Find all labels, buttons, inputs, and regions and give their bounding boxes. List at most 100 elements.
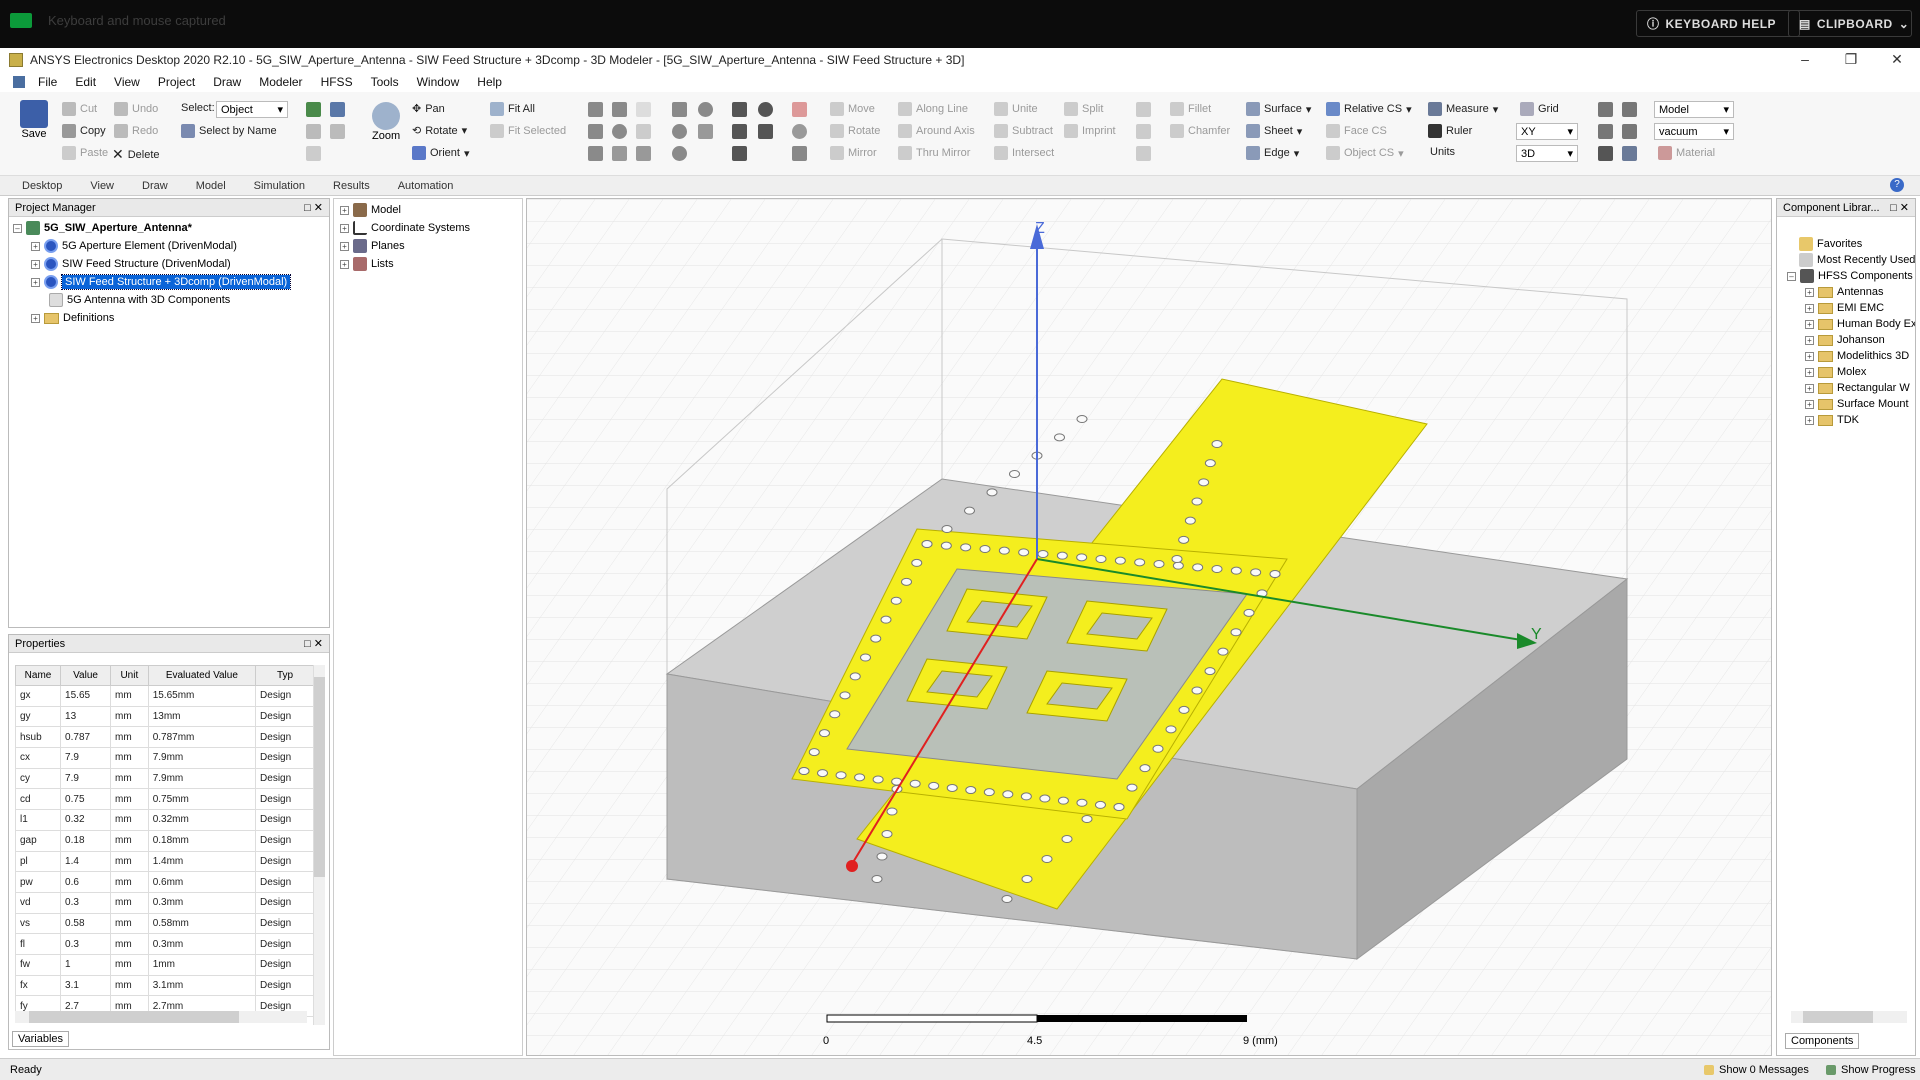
menu-draw[interactable]: Draw: [204, 75, 250, 89]
tab-model[interactable]: Model: [182, 180, 240, 192]
panel-pin-close[interactable]: □ ✕: [304, 637, 323, 650]
tree-folder-tdk[interactable]: + TDK: [1805, 411, 1859, 429]
menu-project[interactable]: Project: [149, 75, 204, 89]
table-cell[interactable]: 0.32mm: [147, 809, 257, 831]
table-cell[interactable]: 0.58: [60, 912, 112, 935]
table-cell[interactable]: cy: [14, 767, 62, 790]
polyhedron-icon[interactable]: [588, 146, 603, 161]
menu-view[interactable]: View: [105, 75, 149, 89]
rotate-object-button[interactable]: Rotate: [830, 124, 880, 138]
imprint-button[interactable]: Imprint: [1064, 124, 1116, 138]
table-cell[interactable]: Design: [255, 726, 315, 749]
polyline-icon[interactable]: [732, 146, 747, 161]
component-hscrollbar[interactable]: [1791, 1011, 1907, 1023]
table-cell[interactable]: 3.1mm: [147, 974, 257, 997]
table-cell[interactable]: Design: [255, 788, 315, 811]
table-row[interactable]: cy 7.9 mm 7.9mm Design: [14, 767, 315, 790]
table-cell[interactable]: gy: [14, 705, 62, 728]
properties-hscrollbar[interactable]: [15, 1011, 307, 1023]
table-cell[interactable]: 0.3mm: [147, 933, 257, 955]
panel-pin-close[interactable]: □ ✕: [304, 201, 323, 214]
spline-icon[interactable]: [732, 124, 747, 139]
table-cell[interactable]: fw: [14, 953, 62, 976]
mirror-button[interactable]: Mirror: [830, 146, 877, 160]
tab-desktop[interactable]: Desktop: [0, 180, 76, 192]
menu-help[interactable]: Help: [468, 75, 511, 89]
show-messages-button[interactable]: Show 0 Messages: [1704, 1064, 1809, 1076]
redo-button[interactable]: Redo: [114, 124, 158, 138]
table-cell[interactable]: 0.32: [60, 809, 112, 831]
point-icon[interactable]: [672, 146, 687, 161]
expand-icon[interactable]: +: [1805, 415, 1814, 425]
expand-icon[interactable]: +: [1805, 399, 1814, 409]
table-cell[interactable]: mm: [110, 685, 149, 707]
tab-simulation[interactable]: Simulation: [240, 180, 319, 192]
tree-definitions[interactable]: + Definitions: [31, 309, 114, 327]
cover-icon[interactable]: [1136, 146, 1151, 161]
table-cell[interactable]: 7.9mm: [147, 747, 257, 769]
expand-icon[interactable]: +: [31, 241, 40, 251]
split-button[interactable]: Split: [1064, 102, 1103, 116]
3d-model-drawing[interactable]: Z Y 0 4.5 9 (mm): [527, 199, 1772, 1056]
delete-button[interactable]: ✕ Delete: [112, 146, 160, 163]
table-cell[interactable]: 0.3: [60, 891, 112, 914]
sheet-button[interactable]: Sheet ▾: [1246, 124, 1302, 138]
expand-icon[interactable]: +: [1805, 287, 1814, 297]
expand-icon[interactable]: +: [31, 313, 40, 323]
helix-icon[interactable]: [636, 124, 651, 139]
show-progress-button[interactable]: Show Progress: [1826, 1064, 1916, 1076]
line-icon[interactable]: [732, 102, 747, 117]
zoom-button[interactable]: Zoom: [372, 102, 400, 142]
plane-dropdown[interactable]: XY ▾: [1516, 123, 1578, 140]
torus-icon[interactable]: [636, 102, 651, 117]
table-cell[interactable]: 15.65: [60, 685, 112, 707]
collapse-icon[interactable]: –: [1787, 271, 1796, 281]
fit-selected-button[interactable]: Fit Selected: [490, 124, 566, 138]
cylinder-icon[interactable]: [588, 124, 603, 139]
menu-modeler[interactable]: Modeler: [250, 75, 311, 89]
tab-results[interactable]: Results: [319, 180, 384, 192]
table-cell[interactable]: fl: [14, 933, 62, 955]
table-cell[interactable]: 0.787mm: [147, 726, 257, 749]
expand-icon[interactable]: +: [1805, 303, 1814, 313]
dot-icon[interactable]: [792, 124, 807, 139]
table-cell[interactable]: 1.4mm: [147, 850, 257, 873]
cone-icon[interactable]: [612, 102, 627, 117]
table-cell[interactable]: 13mm: [147, 705, 257, 728]
table-cell[interactable]: mm: [110, 850, 149, 873]
table-cell[interactable]: 1: [60, 953, 112, 976]
table-cell[interactable]: 15.65mm: [147, 685, 257, 707]
collapse-icon[interactable]: –: [13, 223, 22, 233]
table-cell[interactable]: 3.1: [60, 974, 112, 997]
hscrollbar-thumb[interactable]: [29, 1011, 239, 1023]
column-header-name[interactable]: Name: [14, 665, 62, 686]
table-row[interactable]: fw 1 mm 1mm Design: [14, 953, 315, 976]
face-cs-button[interactable]: Face CS: [1326, 124, 1387, 138]
table-cell[interactable]: gap: [14, 829, 62, 852]
table-cell[interactable]: Design: [255, 767, 315, 790]
table-cell[interactable]: Design: [255, 891, 315, 914]
layout-icon[interactable]: [1598, 102, 1613, 117]
table-row[interactable]: vd 0.3 mm 0.3mm Design: [14, 891, 315, 914]
table-row[interactable]: vs 0.58 mm 0.58mm Design: [14, 912, 315, 935]
column-header-evaluated[interactable]: Evaluated Value: [147, 665, 257, 686]
arc-icon[interactable]: [758, 102, 773, 117]
table-row[interactable]: pw 0.6 mm 0.6mm Design: [14, 871, 315, 893]
properties-scrollbar[interactable]: [313, 665, 325, 1025]
rectangle-icon[interactable]: [672, 102, 687, 117]
save-button[interactable]: Save: [20, 100, 48, 140]
tree-design-3-selected[interactable]: + SIW Feed Structure + 3Dcomp (DrivenMod…: [31, 273, 292, 291]
tree-lists[interactable]: + Lists: [340, 255, 394, 273]
surface-button[interactable]: Surface ▾: [1246, 102, 1311, 116]
subtract-button[interactable]: Subtract: [994, 124, 1053, 138]
table-row[interactable]: cd 0.75 mm 0.75mm Design: [14, 788, 315, 811]
table-row[interactable]: fx 3.1 mm 3.1mm Design: [14, 974, 315, 997]
table-cell[interactable]: 0.6mm: [147, 871, 257, 893]
orient-button[interactable]: Orient ▾: [412, 146, 470, 160]
table-cell[interactable]: cx: [14, 747, 62, 769]
table-cell[interactable]: hsub: [14, 726, 62, 749]
menu-hfss[interactable]: HFSS: [312, 75, 362, 89]
table-cell[interactable]: 0.58mm: [147, 912, 257, 935]
ellipse-icon[interactable]: [698, 102, 713, 117]
fillet-button[interactable]: Fillet: [1170, 102, 1211, 116]
